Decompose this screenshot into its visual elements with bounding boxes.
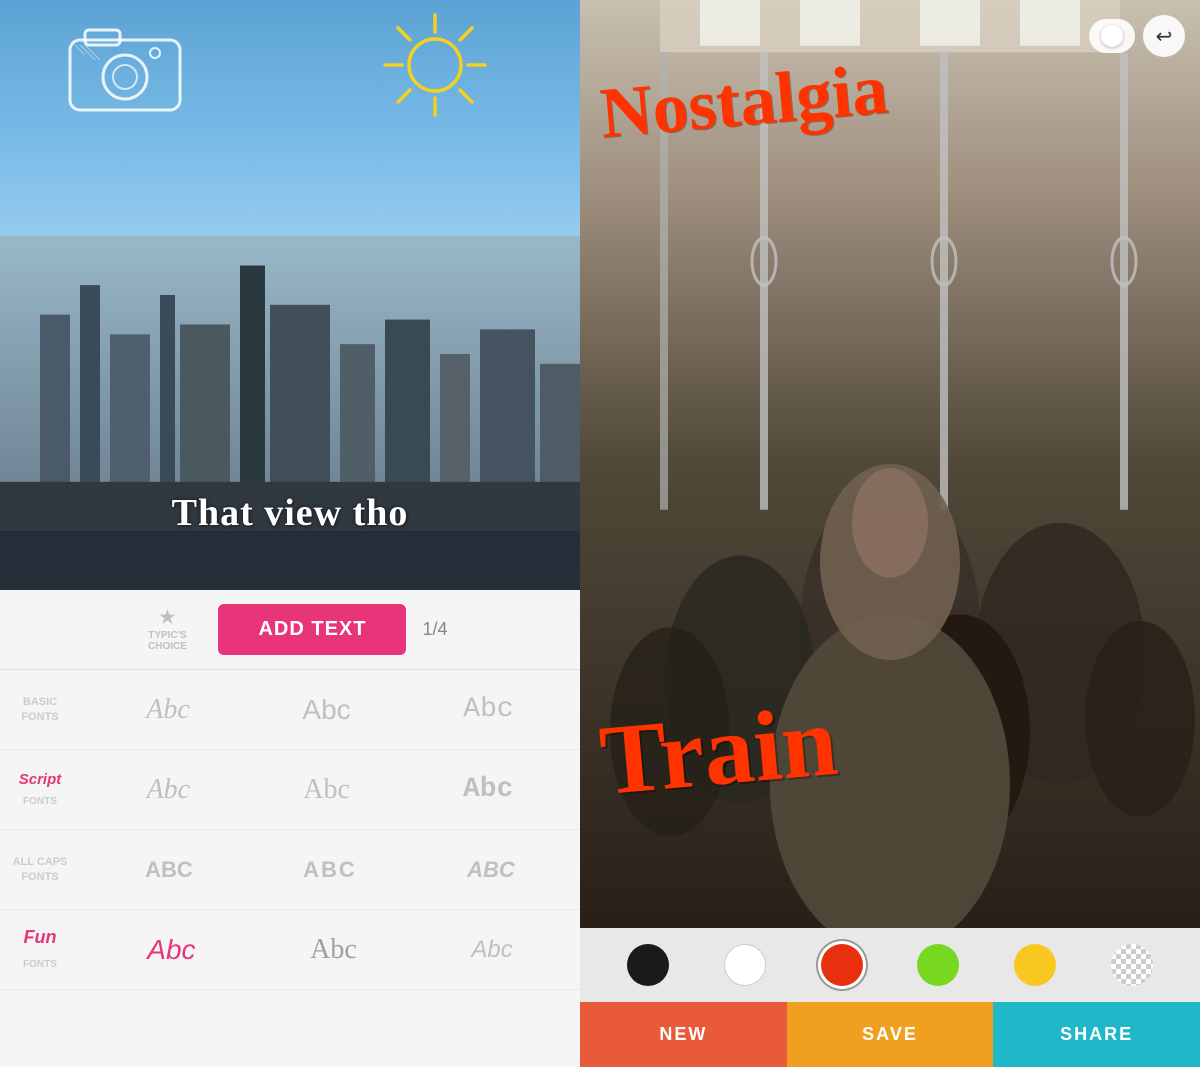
save-button[interactable]: SAVE <box>787 1002 994 1067</box>
color-palette <box>580 928 1200 1002</box>
sun-sticker <box>380 10 490 120</box>
basic-font-samples: Abc Abc Abc <box>80 686 580 734</box>
font-sample-basic-3[interactable]: Abc <box>463 694 513 725</box>
color-black[interactable] <box>627 944 669 986</box>
subway-photo: ↩ Nostalgia Train <box>580 0 1200 928</box>
camera-sticker <box>60 15 190 115</box>
allcaps-fonts-label: ALL CAPSFONTS <box>0 847 80 892</box>
font-sample-basic-2[interactable]: Abc <box>302 694 350 726</box>
color-red[interactable] <box>821 944 863 986</box>
left-photo: That view tho <box>0 0 580 590</box>
font-sample-fun-1[interactable]: Abc <box>147 934 195 966</box>
top-controls: ↩ <box>1089 15 1185 57</box>
photo-caption: That view tho <box>0 491 580 535</box>
skyline <box>0 236 580 590</box>
controls-area: ★ TYPIC'S CHOICE ADD TEXT 1/4 BASICFONTS… <box>0 590 580 1067</box>
allcaps-font-samples: Abc ABC Abc <box>80 849 580 891</box>
font-sample-caps-3[interactable]: Abc <box>467 857 515 883</box>
font-sample-fun-2[interactable]: Abc <box>310 934 357 966</box>
new-button[interactable]: NEW <box>580 1002 787 1067</box>
color-yellow[interactable] <box>1014 944 1056 986</box>
font-category-allcaps: ALL CAPSFONTS Abc ABC Abc <box>0 830 580 910</box>
toggle-switch[interactable] <box>1089 19 1135 53</box>
font-sample-script-1[interactable]: Abc <box>147 774 191 806</box>
color-green[interactable] <box>917 944 959 986</box>
font-sample-caps-1[interactable]: Abc <box>145 857 193 883</box>
undo-button[interactable]: ↩ <box>1143 15 1185 57</box>
color-white[interactable] <box>724 944 766 986</box>
typics-choice: ★ TYPIC'S CHOICE <box>132 607 202 652</box>
page-indicator: 1/4 <box>422 619 447 640</box>
typics-label: TYPIC'S <box>148 630 187 641</box>
font-sample-script-2[interactable]: Abc <box>303 774 350 806</box>
font-sample-fun-3[interactable]: Abc <box>471 936 512 964</box>
font-category-script: ScriptFONTS Abc Abc Abc <box>0 750 580 830</box>
action-buttons: NEW SAVE SHARE <box>580 1002 1200 1067</box>
train-text: Train <box>595 683 841 818</box>
right-panel: ↩ Nostalgia Train NEW SAVE SHARE <box>580 0 1200 1067</box>
fun-fonts-label: FunFONTS <box>0 918 80 981</box>
typics-label2: CHOICE <box>148 641 187 652</box>
add-text-bar: ★ TYPIC'S CHOICE ADD TEXT 1/4 <box>0 590 580 670</box>
script-fonts-label: ScriptFONTS <box>0 762 80 817</box>
font-sample-script-3[interactable]: Abc <box>463 774 513 805</box>
basic-fonts-label: BASICFONTS <box>0 687 80 732</box>
font-sample-caps-2[interactable]: ABC <box>303 857 357 883</box>
color-checker[interactable] <box>1111 944 1153 986</box>
font-category-fun: FunFONTS Abc Abc Abc <box>0 910 580 990</box>
share-button[interactable]: SHARE <box>993 1002 1200 1067</box>
font-category-basic: BASICFONTS Abc Abc Abc <box>0 670 580 750</box>
fun-font-samples: Abc Abc Abc <box>80 926 580 974</box>
script-font-samples: Abc Abc Abc <box>80 766 580 814</box>
toggle-dot <box>1101 25 1123 47</box>
right-photo-area: ↩ Nostalgia Train <box>580 0 1200 928</box>
font-sample-basic-1[interactable]: Abc <box>146 694 190 726</box>
font-list: BASICFONTS Abc Abc Abc ScriptFONTS Abc A… <box>0 670 580 1067</box>
star-icon: ★ <box>159 607 175 628</box>
left-panel: That view tho ★ TYPIC'S CHOICE ADD TEXT … <box>0 0 580 1067</box>
add-text-button[interactable]: ADD TEXT <box>218 604 406 655</box>
